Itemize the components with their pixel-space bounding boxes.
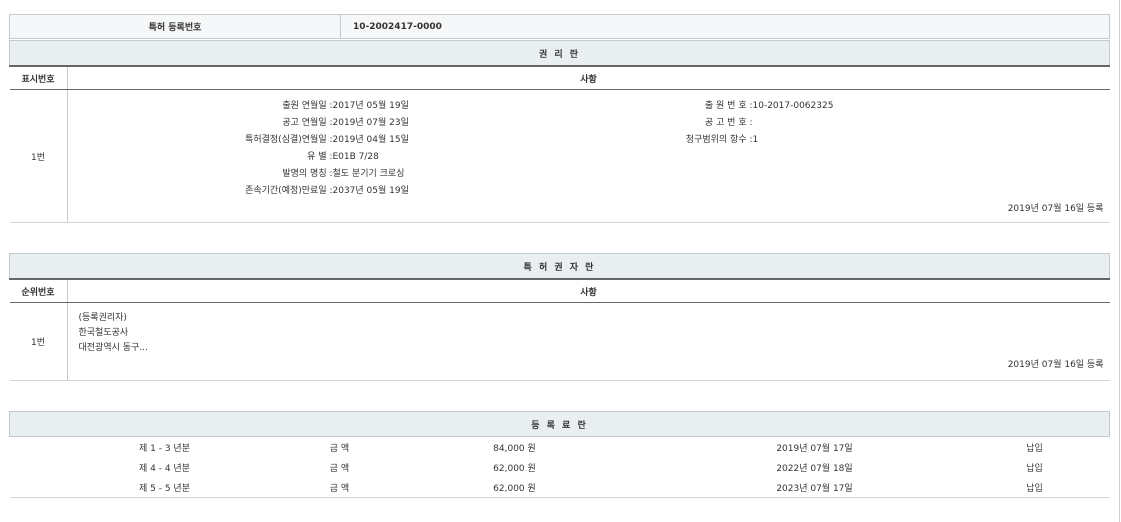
fee-status: 납입 xyxy=(960,457,1110,477)
field-label: 공 고 번 호 : xyxy=(533,115,753,132)
fee-period: 제 4 - 4 년분 xyxy=(10,457,320,477)
fee-period: 제 1 - 3 년분 xyxy=(10,437,320,458)
owner-line: (등록권리자) xyxy=(79,311,1110,326)
rights-fields: 출원 연월일 : 2017년 05월 19일 출 원 번 호 : 10-2017… xyxy=(68,90,1110,200)
fee-date: 2022년 07월 18일 xyxy=(670,457,960,477)
field-value: 2037년 05월 19일 xyxy=(333,183,533,200)
owner-row-num: 1번 xyxy=(10,303,68,381)
owner-lines: (등록권리자) 한국철도공사 대전광역시 동구... xyxy=(68,303,1110,356)
field-value xyxy=(753,115,1110,132)
owner-name: 한국철도공사 xyxy=(79,326,1110,341)
registration-number-table: 특허 등록번호 10-2002417-0000 xyxy=(9,14,1110,39)
fee-period: 제 5 - 5 년분 xyxy=(10,477,320,498)
fee-row: 제 4 - 4 년분 금 액 62,000 원 2022년 07월 18일 납입 xyxy=(10,457,1110,477)
field-label: 유 별 : xyxy=(68,149,333,166)
fee-date: 2019년 07월 17일 xyxy=(670,437,960,458)
owner-registered-date: 2019년 07월 16일 등록 xyxy=(68,358,1110,376)
field-value: 1 xyxy=(753,132,1110,149)
fee-status: 납입 xyxy=(960,437,1110,458)
owner-col-num: 순위번호 xyxy=(10,279,68,303)
field-label: 공고 연월일 : xyxy=(68,115,333,132)
owner-section-title: 특 허 권 자 란 xyxy=(10,254,1110,280)
fee-amount-label: 금 액 xyxy=(320,477,360,498)
fee-status: 납입 xyxy=(960,477,1110,498)
field-label: 존속기간(예정)만료일 : xyxy=(68,183,333,200)
rights-row-num: 1번 xyxy=(10,90,68,223)
owner-col-content: 사항 xyxy=(67,279,1110,303)
fees-table: 등 록 료 란 제 1 - 3 년분 금 액 84,000 원 2019년 07… xyxy=(9,411,1110,498)
fee-row: 제 1 - 3 년분 금 액 84,000 원 2019년 07월 17일 납입 xyxy=(10,437,1110,458)
fee-amount-label: 금 액 xyxy=(320,457,360,477)
field-label: 출 원 번 호 : xyxy=(533,98,753,115)
registration-number-label: 특허 등록번호 xyxy=(10,15,341,39)
owner-row: 1번 (등록권리자) 한국철도공사 대전광역시 동구... 2019년 07월 … xyxy=(10,303,1110,381)
fee-amount: 62,000 원 xyxy=(360,457,670,477)
fee-row: 제 5 - 5 년분 금 액 62,000 원 2023년 07월 17일 납입 xyxy=(10,477,1110,498)
fee-amount: 62,000 원 xyxy=(360,477,670,498)
field-value: 2019년 04월 15일 xyxy=(333,132,533,149)
rights-registered-date: 2019년 07월 16일 등록 xyxy=(68,202,1110,220)
rights-section-title: 권 리 란 xyxy=(10,41,1110,67)
window-edge-rule xyxy=(1119,0,1120,522)
field-label: 특허결정(심결)연월일 : xyxy=(68,132,333,149)
field-label: 발명의 명칭 : xyxy=(68,166,333,183)
field-value: 2017년 05월 19일 xyxy=(333,98,533,115)
field-value: 2019년 07월 23일 xyxy=(333,115,533,132)
rights-col-content: 사항 xyxy=(67,66,1110,90)
rights-row: 1번 출원 연월일 : 2017년 05월 19일 출 원 번 호 : 10-2… xyxy=(10,90,1110,223)
rights-table: 권 리 란 표시번호 사항 1번 출원 연월일 : 2017년 05월 19일 … xyxy=(9,40,1110,223)
fee-amount: 84,000 원 xyxy=(360,437,670,458)
fee-amount-label: 금 액 xyxy=(320,437,360,458)
field-value: 철도 분기기 크로싱 xyxy=(333,166,533,183)
field-label: 출원 연월일 : xyxy=(68,98,333,115)
owner-address: 대전광역시 동구... xyxy=(79,341,1110,356)
owner-table: 특 허 권 자 란 순위번호 사항 1번 (등록권리자) 한국철도공사 대전광역… xyxy=(9,253,1110,381)
fee-date: 2023년 07월 17일 xyxy=(670,477,960,498)
field-value: E01B 7/28 xyxy=(333,149,533,166)
field-label: 청구범위의 항수 : xyxy=(533,132,753,149)
registration-number-value: 10-2002417-0000 xyxy=(341,15,1110,39)
fees-section-title: 등 록 료 란 xyxy=(10,412,1110,437)
field-value: 10-2017-0062325 xyxy=(753,98,1110,115)
rights-col-num: 표시번호 xyxy=(10,66,68,90)
